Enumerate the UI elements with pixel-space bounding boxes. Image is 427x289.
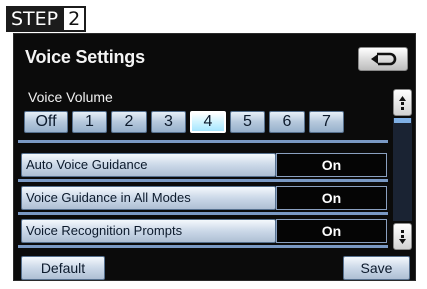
voice-volume-label: Voice Volume [28,89,113,105]
scroll-thumb[interactable] [394,118,411,123]
volume-3-button[interactable]: 3 [151,111,186,133]
volume-2-button[interactable]: 2 [111,111,147,133]
scrollbar[interactable] [393,118,412,221]
voice-recognition-prompts-label[interactable]: Voice Recognition Prompts [21,219,276,243]
voice-settings-screen: Voice Settings Voice Volume Off 1 2 3 4 … [13,33,416,281]
divider [18,245,388,248]
scroll-down-icon [399,229,406,244]
scroll-up-icon [399,95,406,110]
divider [18,179,388,182]
voice-guidance-all-modes-value[interactable]: On [276,186,387,210]
volume-1-button[interactable]: 1 [72,111,107,133]
volume-off-button[interactable]: Off [24,111,68,133]
step-number: 2 [62,6,87,32]
divider [18,212,388,215]
step-indicator: STEP 2 [6,6,87,32]
page-title: Voice Settings [25,47,145,67]
back-button[interactable] [358,47,408,71]
voice-recognition-prompts-value[interactable]: On [276,219,387,243]
volume-4-button[interactable]: 4 [190,111,226,133]
step-label: STEP [6,6,63,32]
auto-voice-guidance-value[interactable]: On [276,153,387,177]
scroll-up-button[interactable] [393,89,412,116]
save-button[interactable]: Save [343,256,410,280]
volume-7-button[interactable]: 7 [309,111,344,133]
scroll-down-button[interactable] [393,223,412,250]
return-arrow-icon [371,52,397,66]
default-button[interactable]: Default [21,256,105,280]
divider [18,140,388,143]
voice-guidance-all-modes-label[interactable]: Voice Guidance in All Modes [21,186,276,210]
volume-5-button[interactable]: 5 [230,111,265,133]
volume-6-button[interactable]: 6 [269,111,305,133]
auto-voice-guidance-label[interactable]: Auto Voice Guidance [21,153,276,177]
